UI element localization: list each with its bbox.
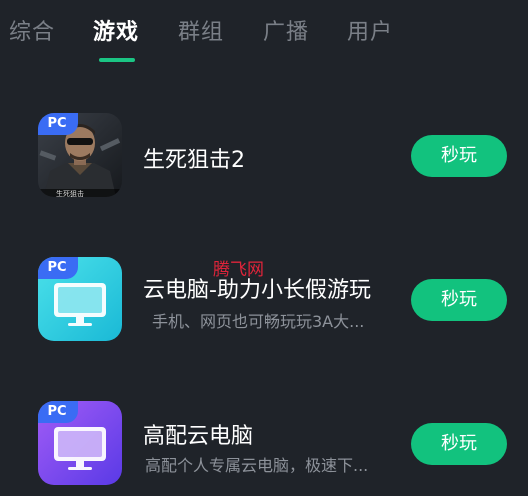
play-now-button[interactable]: 秒玩 <box>411 135 507 177</box>
category-tabs: 综合 游戏 群组 广播 用户 <box>0 0 528 70</box>
tab-groups[interactable]: 群组 <box>178 14 224 46</box>
cloud-pc-cyan-icon: PC <box>38 257 122 341</box>
svg-text:生死狙击: 生死狙击 <box>56 189 84 197</box>
cloud-pc-purple-icon: PC <box>38 401 122 485</box>
game-title: 生死狙击2 <box>143 148 245 173</box>
pc-badge: PC <box>38 113 78 135</box>
tab-users[interactable]: 用户 <box>347 14 393 46</box>
list-item-game-1[interactable]: 生死狙击 PC 生死狙击2 秒玩 <box>0 108 528 208</box>
watermark: 腾飞网 <box>213 260 264 280</box>
soldier-game-icon: 生死狙击 PC <box>38 113 122 197</box>
pc-badge: PC <box>38 257 78 279</box>
active-tab-indicator <box>99 58 135 62</box>
tab-broadcast[interactable]: 广播 <box>263 14 309 46</box>
game-title: 高配云电脑 <box>143 424 254 449</box>
play-now-button[interactable]: 秒玩 <box>411 423 507 465</box>
list-item-game-3[interactable]: PC 高配云电脑 高配个人专属云电脑，极速下... 秒玩 <box>0 396 528 496</box>
game-subtitle: 高配个人专属云电脑，极速下... <box>145 456 369 475</box>
play-now-button[interactable]: 秒玩 <box>411 279 507 321</box>
game-subtitle: 手机、网页也可畅玩玩3A大... <box>152 312 365 331</box>
pc-badge: PC <box>38 401 78 423</box>
tab-all[interactable]: 综合 <box>9 14 55 46</box>
tab-games[interactable]: 游戏 <box>93 14 139 46</box>
list-item-game-2[interactable]: PC 云电脑-助力小长假游玩 手机、网页也可畅玩玩3A大... 秒玩 <box>0 252 528 352</box>
